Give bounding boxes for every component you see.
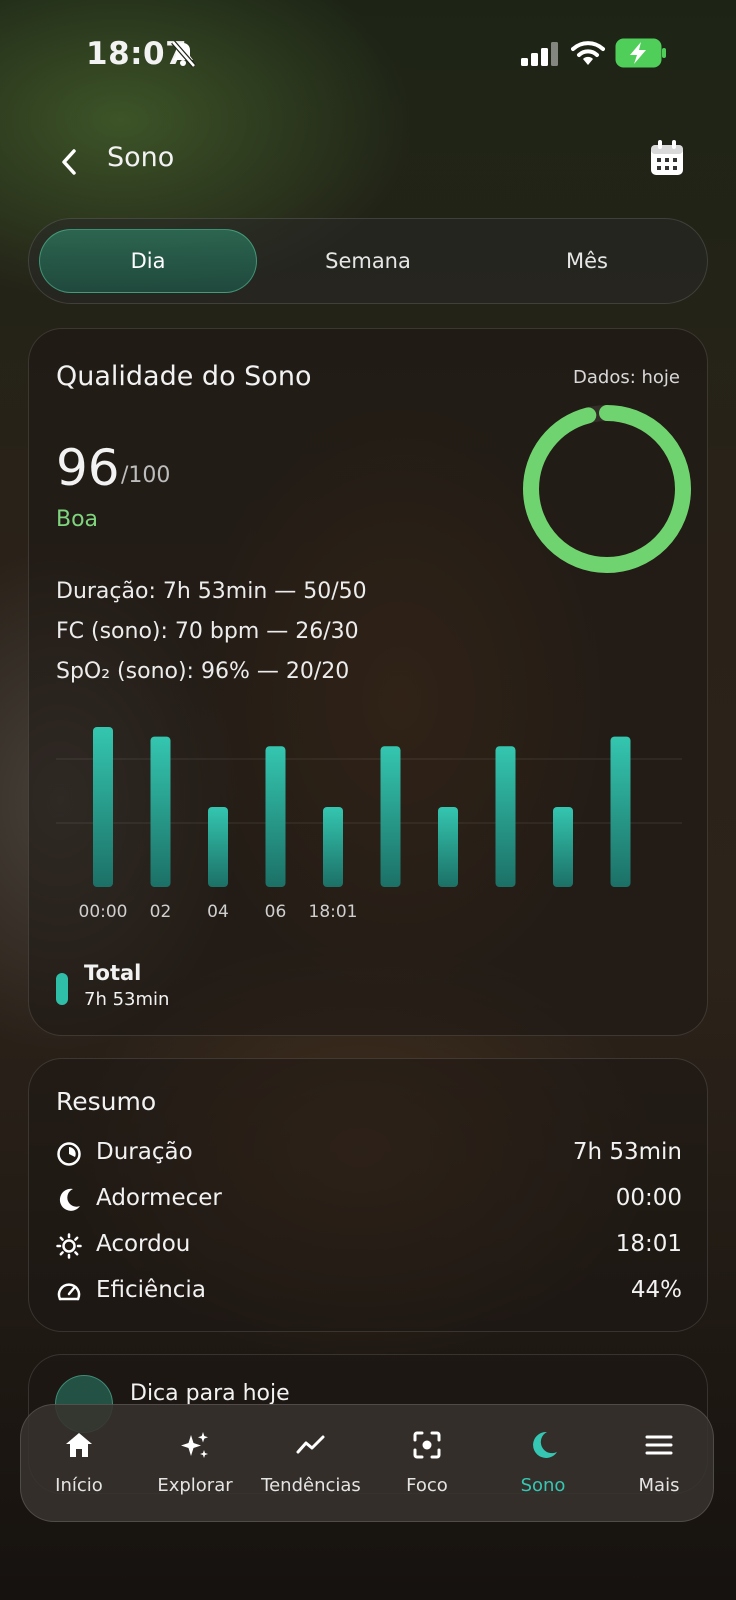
chart-bar bbox=[93, 727, 113, 887]
gauge-icon bbox=[57, 1283, 81, 1301]
summary-value: 7h 53min bbox=[572, 1139, 682, 1165]
chart-x-tick-label: 02 bbox=[150, 902, 172, 922]
trend-icon bbox=[296, 1435, 325, 1454]
sleep-chart: 00:00 02 04 06 18:01 bbox=[56, 727, 682, 922]
nav-label: Início bbox=[55, 1475, 103, 1496]
signal-icon bbox=[521, 42, 558, 66]
period-tabs: Dia Semana Mês bbox=[28, 218, 708, 304]
chart-x-tick-label: 18:01 bbox=[309, 902, 358, 922]
nav-item-inicio[interactable]: Início bbox=[21, 1405, 137, 1523]
chart-bar bbox=[380, 746, 401, 887]
summary-value: 44% bbox=[630, 1277, 682, 1303]
legend-swatch bbox=[56, 973, 68, 1005]
nav-item-sono[interactable]: Sono bbox=[485, 1405, 601, 1523]
summary-label: Duração bbox=[96, 1139, 193, 1165]
menu-icon bbox=[645, 1435, 673, 1455]
wifi-icon bbox=[571, 41, 605, 65]
chart-bar bbox=[208, 807, 228, 887]
summary-label: Acordou bbox=[96, 1231, 191, 1257]
tab-semana[interactable]: Semana bbox=[259, 229, 477, 293]
nav-label: Mais bbox=[638, 1475, 680, 1496]
status-bar: 18:07 bbox=[0, 0, 736, 110]
nav-label: Sono bbox=[520, 1475, 566, 1496]
clock-icon bbox=[57, 1142, 81, 1166]
sparkles-icon bbox=[181, 1432, 208, 1458]
summary-row-efficiency: Eficiência 44% bbox=[56, 1273, 682, 1311]
chart-bar bbox=[610, 736, 631, 887]
chart-bar bbox=[323, 807, 343, 887]
home-icon bbox=[66, 1433, 92, 1457]
nav-item-foco[interactable]: Foco bbox=[369, 1405, 485, 1523]
summary-title: Resumo bbox=[56, 1087, 157, 1116]
focus-icon bbox=[413, 1431, 441, 1459]
sleep-quality-card: Qualidade do Sono Dados: hoje 96 /100 Bo… bbox=[28, 328, 708, 1036]
tab-mes[interactable]: Mês bbox=[478, 229, 696, 293]
chart-bar bbox=[265, 746, 286, 887]
summary-label: Adormecer bbox=[96, 1185, 222, 1211]
chart-bar bbox=[150, 736, 171, 887]
legend-title: Total bbox=[84, 961, 142, 985]
summary-row-duration: Duração 7h 53min bbox=[56, 1135, 682, 1173]
legend-value: 7h 53min bbox=[84, 989, 170, 1010]
chart-x-tick-label: 06 bbox=[265, 902, 287, 922]
summary-row-woke-up: Acordou 18:01 bbox=[56, 1227, 682, 1265]
page-title: Sono bbox=[107, 142, 175, 173]
summary-card: Resumo Duração 7h 53min Adormecer 00:00 … bbox=[28, 1058, 708, 1332]
back-chevron-icon[interactable] bbox=[54, 142, 86, 182]
chart-bar bbox=[438, 807, 458, 887]
nav-label: Explorar bbox=[157, 1475, 233, 1496]
calendar-icon[interactable] bbox=[650, 140, 684, 176]
chart-x-tick-label: 00:00 bbox=[79, 902, 128, 922]
bottom-nav: Início Explorar Tendências Foco Sono Mai… bbox=[20, 1404, 714, 1522]
nav-label: Tendências bbox=[261, 1475, 361, 1496]
chart-bar bbox=[495, 746, 516, 887]
summary-label: Eficiência bbox=[96, 1277, 206, 1303]
tab-dia[interactable]: Dia bbox=[39, 229, 257, 293]
moon-icon bbox=[533, 1431, 557, 1458]
chart-x-tick-label: 04 bbox=[207, 902, 229, 922]
moon-icon bbox=[59, 1188, 80, 1211]
nav-item-explorar[interactable]: Explorar bbox=[137, 1405, 253, 1523]
summary-value: 00:00 bbox=[615, 1185, 682, 1211]
chart-bar bbox=[553, 807, 573, 887]
battery-charging-icon bbox=[615, 38, 666, 68]
tip-title: Dica para hoje bbox=[130, 1381, 290, 1406]
nav-item-mais[interactable]: Mais bbox=[601, 1405, 717, 1523]
summary-row-fall-asleep: Adormecer 00:00 bbox=[56, 1181, 682, 1219]
bell-slash-icon bbox=[171, 40, 196, 68]
summary-value: 18:01 bbox=[615, 1231, 682, 1257]
nav-item-tendencias[interactable]: Tendências bbox=[253, 1405, 369, 1523]
sun-icon bbox=[56, 1233, 82, 1259]
nav-label: Foco bbox=[406, 1475, 448, 1496]
